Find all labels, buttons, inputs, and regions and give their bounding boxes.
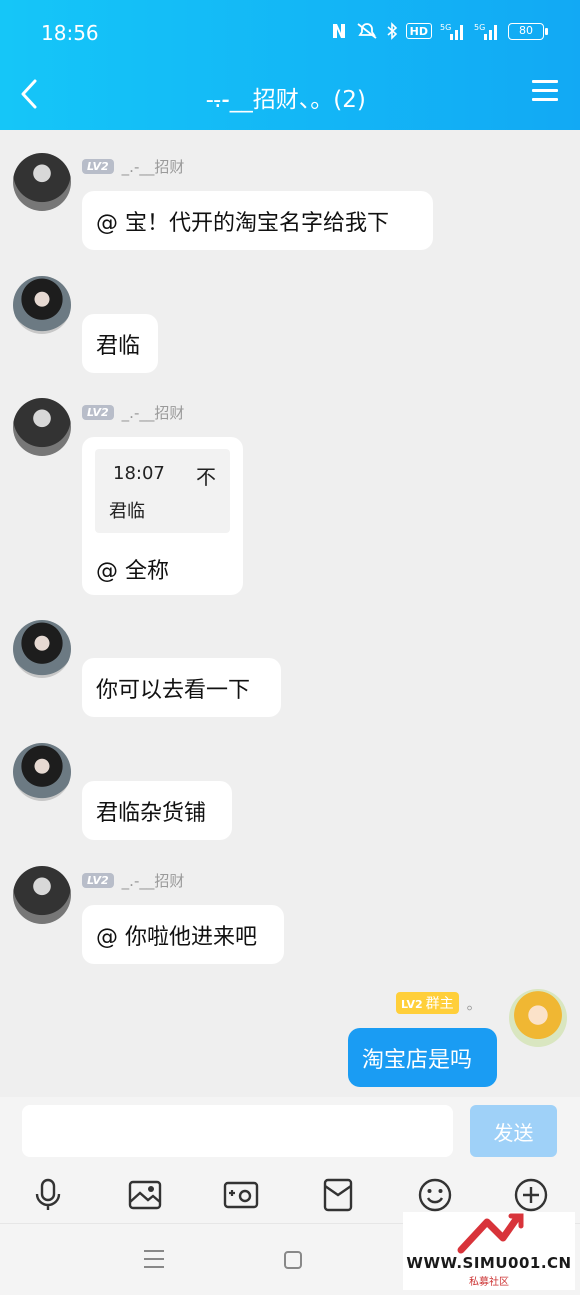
signal-5g-icon: 5G (440, 22, 466, 40)
watermark: WWW.SIMU001.CN 私募社区 (403, 1212, 575, 1290)
battery-icon: 80 (508, 22, 548, 40)
watermark-logo (457, 1213, 524, 1254)
avatar[interactable] (509, 989, 567, 1047)
svg-text:5G: 5G (474, 23, 485, 32)
mute-icon (356, 22, 378, 40)
red-packet-icon[interactable] (320, 1177, 356, 1213)
sender-name[interactable]: _.-__招财 (122, 870, 185, 891)
chat-header: 18:56 HD 5G 5G 80 ̵.̵-̵__招财、。(2) (0, 0, 580, 130)
message-bubble-quote[interactable]: 18:07 不 君临 @ 全称 (82, 437, 243, 595)
level-badge: LV2 (82, 405, 114, 420)
avatar[interactable] (13, 866, 71, 924)
avatar[interactable] (13, 276, 71, 334)
message-list[interactable]: LV2 _.-__招财 @ 宝！代开的淘宝名字给我下 君临 LV2 _.-__招… (0, 130, 580, 1097)
message-bubble[interactable]: @ 宝！代开的淘宝名字给我下 (82, 191, 433, 250)
sender-name[interactable]: _.-__招财 (122, 402, 185, 423)
quote-text: 君临 (109, 501, 145, 522)
home-button[interactable] (284, 1251, 302, 1269)
avatar[interactable] (13, 398, 71, 456)
chat-title: ̵.̵-̵__招财、。(2) (214, 87, 366, 113)
svg-text:5G: 5G (440, 23, 451, 32)
message-bubble[interactable]: @ 你啦他进来吧 (82, 905, 284, 964)
avatar[interactable] (13, 620, 71, 678)
watermark-text: WWW.SIMU001.CN (406, 1254, 572, 1272)
message-bubble[interactable]: 君临杂货铺 (82, 781, 232, 840)
message-text: @ 全称 (96, 559, 169, 584)
owner-badge: LV2 群主 (396, 992, 459, 1014)
watermark-subtext: 私募社区 (469, 1277, 509, 1288)
sender-name[interactable]: 。 (467, 993, 482, 1014)
nfc-icon (330, 22, 348, 40)
plus-icon[interactable] (513, 1177, 549, 1213)
sender-meta: LV2 _.-__招财 (82, 402, 184, 423)
level-badge: LV2 (82, 159, 114, 174)
sender-meta: LV2 _.-__招财 (82, 156, 184, 177)
message-bubble[interactable]: 君临 (82, 314, 158, 373)
recents-button[interactable] (144, 1250, 164, 1274)
send-button[interactable]: 发送 (470, 1105, 557, 1157)
sender-meta: LV2 群主 。 (396, 992, 482, 1014)
quote-arrow-icon: 不 (196, 465, 216, 489)
mic-icon[interactable] (30, 1177, 66, 1213)
image-icon[interactable] (127, 1177, 163, 1213)
camera-icon[interactable] (223, 1177, 259, 1213)
sender-meta: LV2 _.-__招财 (82, 870, 184, 891)
emoji-icon[interactable] (417, 1177, 453, 1213)
input-bar: 发送 (0, 1097, 580, 1167)
status-icons: HD 5G 5G 80 (330, 22, 548, 40)
level-badge: LV2 (82, 873, 114, 888)
signal-5g-icon: 5G (474, 22, 500, 40)
avatar[interactable] (13, 153, 71, 211)
menu-icon (532, 80, 558, 83)
message-bubble[interactable]: 你可以去看一下 (82, 658, 281, 717)
sender-name[interactable]: _.-__招财 (122, 156, 185, 177)
status-time: 18:56 (41, 21, 99, 45)
avatar[interactable] (13, 743, 71, 801)
menu-button[interactable] (532, 80, 558, 104)
hd-icon: HD (405, 23, 432, 39)
quote-time: 18:07 (113, 463, 165, 484)
bluetooth-icon (386, 22, 398, 40)
message-bubble-own[interactable]: 淘宝店是吗 (348, 1028, 497, 1087)
message-input[interactable] (22, 1105, 453, 1157)
quoted-message[interactable]: 18:07 不 君临 (95, 449, 230, 533)
